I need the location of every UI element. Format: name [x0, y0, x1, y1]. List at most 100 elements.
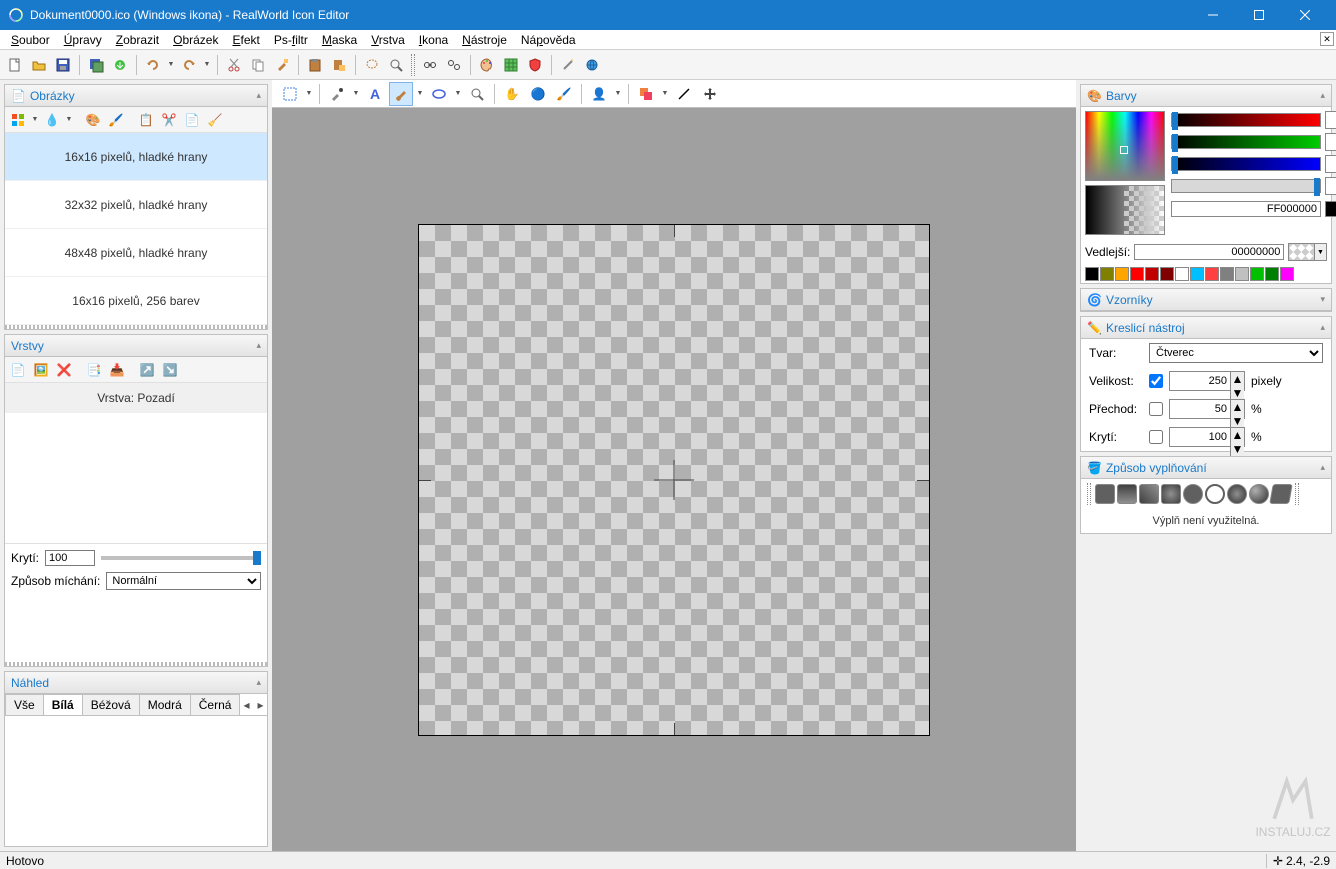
layer-down-icon[interactable]: ↘️ [159, 359, 181, 381]
size-check[interactable] [1149, 374, 1163, 388]
collapse-icon[interactable]: ▴ [256, 677, 261, 688]
delete-layer-icon[interactable]: ❌ [53, 359, 75, 381]
copy2-icon[interactable]: 📋 [135, 109, 157, 131]
close-button[interactable] [1282, 0, 1328, 30]
resize-grip[interactable] [5, 662, 267, 666]
image-size-item[interactable]: 16x16 pixelů, hladké hrany [5, 133, 267, 181]
palette-swatch[interactable] [1160, 267, 1174, 281]
face-tool-icon[interactable]: 👤 [587, 82, 611, 106]
redo-dropdown[interactable]: ▼ [202, 54, 212, 76]
menu-effect[interactable]: Efekt [225, 31, 266, 49]
lasso-icon[interactable] [361, 54, 383, 76]
layer-up-icon[interactable]: ↗️ [136, 359, 158, 381]
paint-drop-icon[interactable]: 🎨 [82, 109, 104, 131]
palette-swatch[interactable] [1115, 267, 1129, 281]
preview-tab-all[interactable]: Vše [5, 694, 44, 715]
new-file-icon[interactable] [4, 54, 26, 76]
opacity-slider[interactable] [101, 556, 261, 560]
copy-icon[interactable] [247, 54, 269, 76]
brush-tool-icon[interactable] [389, 82, 413, 106]
preview-tab-white[interactable]: Bílá [43, 694, 83, 715]
tab-next-icon[interactable]: ▸ [253, 696, 267, 714]
collapse-icon[interactable]: ▴ [256, 340, 261, 351]
dup-layer-icon[interactable]: 📑 [83, 359, 105, 381]
preview-tab-blue[interactable]: Modrá [139, 694, 191, 715]
size-input[interactable] [1170, 372, 1230, 390]
palette-swatch[interactable] [1235, 267, 1249, 281]
collapse-icon[interactable]: ▾ [1320, 294, 1325, 305]
shapes-tool-icon[interactable] [634, 82, 658, 106]
select-tool-icon[interactable] [278, 82, 302, 106]
brush-drop-icon[interactable]: 🖌️ [105, 109, 127, 131]
line-tool-icon[interactable] [672, 82, 696, 106]
undo-dropdown[interactable]: ▼ [166, 54, 176, 76]
opacity-input[interactable] [45, 550, 95, 566]
menu-view[interactable]: Zobrazit [109, 31, 166, 49]
fill-grad1-icon[interactable] [1117, 484, 1137, 504]
fill-ring-icon[interactable] [1205, 484, 1225, 504]
red-slider[interactable] [1171, 113, 1321, 127]
collapse-icon[interactable]: ▴ [1320, 90, 1325, 101]
blue-slider[interactable] [1171, 157, 1321, 171]
menu-help[interactable]: Nápověda [514, 31, 583, 49]
hand-tool-icon[interactable]: ✋ [500, 82, 524, 106]
palette-swatch[interactable] [1100, 267, 1114, 281]
palette-swatch[interactable] [1190, 267, 1204, 281]
menu-tools[interactable]: Nástroje [455, 31, 514, 49]
palette-swatch[interactable] [1280, 267, 1294, 281]
image-size-item[interactable]: 32x32 pixelů, hladké hrany [5, 181, 267, 229]
cut2-icon[interactable]: ✂️ [158, 109, 180, 131]
merge-layer-icon[interactable]: 📥 [106, 359, 128, 381]
primary-swatch[interactable]: ▼ [1325, 201, 1336, 217]
clear-icon[interactable]: 🧹 [204, 109, 226, 131]
alpha-slider[interactable] [1171, 179, 1321, 193]
menu-layer[interactable]: Vrstva [364, 31, 412, 49]
paste-brush-icon[interactable] [271, 54, 293, 76]
link-icon[interactable] [419, 54, 441, 76]
clipboard-paste-icon[interactable] [328, 54, 350, 76]
sphere-tool-icon[interactable]: 🔵 [526, 82, 550, 106]
menu-psfilter[interactable]: Ps-filtr [267, 31, 315, 49]
blur-check[interactable] [1149, 402, 1163, 416]
blue-input[interactable] [1326, 156, 1336, 172]
clipboard-icon[interactable] [304, 54, 326, 76]
cut-icon[interactable] [223, 54, 245, 76]
shape-select[interactable]: Čtverec [1149, 343, 1323, 363]
fill-sphere1-icon[interactable] [1227, 484, 1247, 504]
text-tool-icon[interactable]: A [363, 82, 387, 106]
hue-sat-picker[interactable] [1085, 111, 1165, 181]
blend-mode-select[interactable]: Normální [106, 572, 261, 590]
shield-icon[interactable] [524, 54, 546, 76]
palette-swatch[interactable] [1175, 267, 1189, 281]
secondary-hex-input[interactable] [1134, 244, 1284, 260]
red-input[interactable] [1326, 112, 1336, 128]
opacity2-check[interactable] [1149, 430, 1163, 444]
fill-circle-icon[interactable] [1183, 484, 1203, 504]
collapse-icon[interactable]: ▴ [1320, 462, 1325, 473]
menu-edit[interactable]: Úpravy [57, 31, 109, 49]
close-document-button[interactable]: ✕ [1320, 32, 1334, 46]
export-icon[interactable] [109, 54, 131, 76]
tab-prev-icon[interactable]: ◂ [239, 696, 253, 714]
new-layer-icon[interactable]: 📄 [7, 359, 29, 381]
images-list[interactable]: 16x16 pixelů, hladké hrany 32x32 pixelů,… [5, 133, 267, 325]
magnify-icon[interactable] [385, 54, 407, 76]
redo-icon[interactable] [178, 54, 200, 76]
undo-icon[interactable] [142, 54, 164, 76]
palette-swatch[interactable] [1085, 267, 1099, 281]
green-input[interactable] [1326, 134, 1336, 150]
palette-swatch[interactable] [1250, 267, 1264, 281]
wand-icon[interactable] [557, 54, 579, 76]
palette-icon[interactable] [476, 54, 498, 76]
save-file-icon[interactable] [52, 54, 74, 76]
smudge-tool-icon[interactable]: 🖌️ [552, 82, 576, 106]
minimize-button[interactable] [1190, 0, 1236, 30]
green-slider[interactable] [1171, 135, 1321, 149]
win-flag-icon[interactable] [7, 109, 29, 131]
fill-sphere2-icon[interactable] [1249, 484, 1269, 504]
zoom-tool-icon[interactable] [465, 82, 489, 106]
collapse-icon[interactable]: ▴ [1320, 322, 1325, 333]
menu-icon[interactable]: Ikona [412, 31, 455, 49]
fill-pattern-icon[interactable] [1269, 484, 1293, 504]
fill-grad3-icon[interactable] [1161, 484, 1181, 504]
